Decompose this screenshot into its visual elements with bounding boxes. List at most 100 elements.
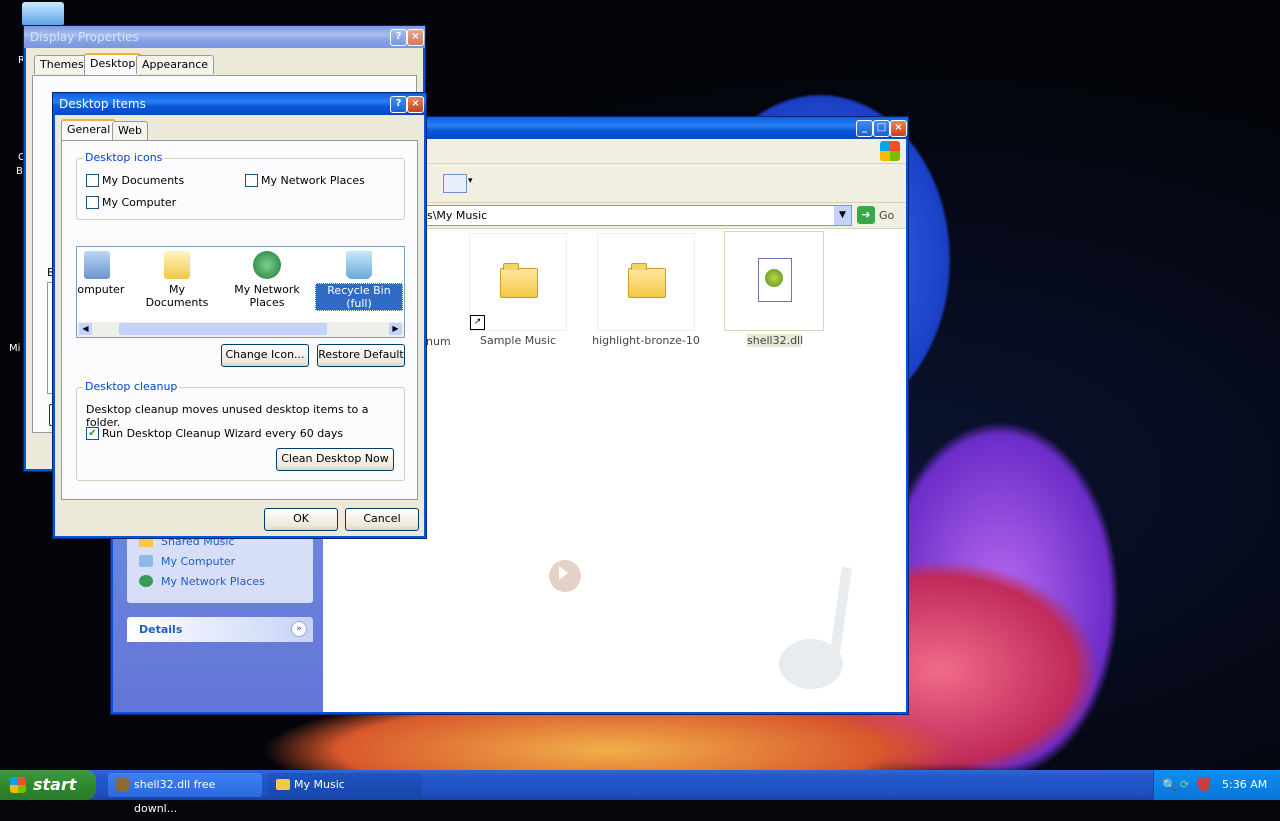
file-item-shell32-dll[interactable]: shell32.dll <box>724 231 824 347</box>
taskbar-button-my-music[interactable]: My Music <box>268 773 422 797</box>
link-my-network-places[interactable]: My Network Places <box>161 575 265 588</box>
address-text: s\My Music <box>427 209 488 222</box>
shortcut-arrow-icon: ↗ <box>470 315 485 330</box>
views-icon[interactable] <box>443 174 467 193</box>
music-note-stem <box>828 566 852 668</box>
group-legend: Desktop icons <box>83 151 165 164</box>
folder-icon <box>276 779 290 790</box>
checkbox-my-computer[interactable] <box>86 196 99 209</box>
icon-item-my-network-places[interactable]: My Network Places <box>227 251 307 309</box>
desktop-label[interactable]: Mi <box>9 343 20 354</box>
ok-button[interactable]: OK <box>264 508 338 531</box>
desktop-cleanup-group: Desktop cleanup Desktop cleanup moves un… <box>76 380 405 481</box>
search-icon[interactable]: 🔍 <box>1162 778 1177 792</box>
cursor-highlight <box>549 560 581 592</box>
tab-web[interactable]: Web <box>112 121 148 140</box>
file-item-sample-music[interactable]: ↗ Sample Music <box>469 233 567 347</box>
help-glyph: ? <box>395 98 402 109</box>
go-arrow-icon[interactable]: ➜ <box>857 206 875 224</box>
security-shield-icon[interactable] <box>1198 777 1210 791</box>
scroll-left-arrow[interactable]: ◀ <box>79 323 92 335</box>
clock[interactable]: 5:36 AM <box>1222 778 1267 791</box>
gear-icon <box>765 269 783 287</box>
taskbar: start shell32.dll free downl... My Music… <box>0 770 1280 815</box>
desktop-items-dialog: Desktop Items ? × General Web Desktop ic… <box>52 92 427 539</box>
scroll-right-arrow[interactable]: ▶ <box>389 323 402 335</box>
tab-themes[interactable]: Themes <box>34 55 90 74</box>
file-label: shell32.dll <box>747 334 804 347</box>
start-label: start <box>33 775 77 794</box>
checkbox-cleanup-wizard[interactable]: ✔ <box>86 427 99 440</box>
address-input[interactable]: s\My Music ▼ <box>423 205 852 226</box>
help-button[interactable]: ? <box>390 29 407 46</box>
icon-label: My Network Places <box>234 283 300 309</box>
maximize-button[interactable]: □ <box>873 120 890 137</box>
tab-general[interactable]: General <box>61 119 117 141</box>
chevron-down-icon[interactable]: ▾ <box>468 176 473 186</box>
close-button[interactable]: × <box>890 120 907 137</box>
tab-desktop[interactable]: Desktop <box>84 53 142 75</box>
checkbox-label[interactable]: Run Desktop Cleanup Wizard every 60 days <box>102 427 343 440</box>
folder-icon <box>628 263 666 298</box>
dll-file-icon <box>758 258 792 302</box>
taskbar-button-shell32[interactable]: shell32.dll free downl... <box>108 773 262 815</box>
checkbox-label[interactable]: My Network Places <box>261 174 365 187</box>
link-my-computer[interactable]: My Computer <box>161 555 235 568</box>
network-places-icon <box>253 251 281 279</box>
details-label: Details <box>139 623 183 636</box>
chevron-down-icon[interactable]: ▼ <box>834 206 851 225</box>
task-label: My Music <box>294 778 345 791</box>
checkbox-my-network-places[interactable] <box>245 174 258 187</box>
windows-logo-icon <box>880 141 900 161</box>
windows-flag-icon <box>10 777 26 793</box>
group-legend: Desktop cleanup <box>83 380 180 393</box>
my-computer-icon <box>139 555 153 567</box>
recycle-bin-desktop-icon[interactable] <box>22 2 64 26</box>
close-button[interactable]: × <box>407 96 424 113</box>
scrollbar-thumb[interactable] <box>119 323 327 335</box>
display-tab-strip: Themes Desktop Appearance <box>34 53 414 77</box>
dialog-title: Desktop Items <box>59 97 146 111</box>
icon-item-my-documents[interactable]: My Documents <box>137 251 217 309</box>
mouse-cursor-icon <box>559 566 568 580</box>
icon-label: My Documents <box>145 283 209 309</box>
restore-default-button[interactable]: Restore Default <box>317 344 405 367</box>
icon-item-recycle-bin[interactable]: Recycle Bin (full) <box>315 251 403 311</box>
network-places-icon <box>139 575 153 587</box>
checkbox-label[interactable]: My Documents <box>102 174 184 187</box>
other-places-panel: Shared Music My Computer My Network Plac… <box>127 529 313 603</box>
file-item-highlight-bronze[interactable]: highlight-bronze-10 <box>592 233 700 347</box>
icon-item-computer[interactable]: Computer <box>77 251 127 296</box>
folder-icon <box>500 263 538 298</box>
help-button[interactable]: ? <box>390 96 407 113</box>
change-icon-button[interactable]: Change Icon... <box>221 344 309 367</box>
desktop-icon-list[interactable]: Computer My Documents My Network Places … <box>76 246 405 338</box>
file-label: highlight-bronze-10 <box>592 334 700 347</box>
browser-icon <box>116 778 129 791</box>
start-button[interactable]: start <box>0 770 96 800</box>
close-button[interactable]: × <box>407 29 424 46</box>
details-panel-header[interactable]: Details » <box>127 617 313 642</box>
horizontal-scrollbar[interactable]: ◀ ▶ <box>77 322 404 337</box>
tab-appearance[interactable]: Appearance <box>136 55 215 74</box>
desktop-label[interactable]: B <box>16 166 23 177</box>
music-note-watermark <box>779 566 909 707</box>
checkbox-my-documents[interactable] <box>86 174 99 187</box>
cleanup-description: Desktop cleanup moves unused desktop ite… <box>86 403 369 429</box>
minimize-button[interactable]: _ <box>856 120 873 137</box>
help-glyph: ? <box>395 31 402 42</box>
icon-label: Recycle Bin (full) <box>315 283 403 311</box>
task-label: shell32.dll free downl... <box>134 778 216 815</box>
display-properties-titlebar[interactable]: Display Properties <box>24 26 425 48</box>
checkbox-label[interactable]: My Computer <box>102 196 176 209</box>
my-documents-icon <box>164 251 190 279</box>
chevron-expand-icon[interactable]: » <box>291 621 307 637</box>
network-icon[interactable]: ⟳ <box>1180 778 1189 791</box>
icon-label: Computer <box>77 283 125 296</box>
clean-desktop-now-button[interactable]: Clean Desktop Now <box>276 448 394 471</box>
go-label[interactable]: Go <box>879 209 894 222</box>
file-label: Sample Music <box>479 334 557 347</box>
desktop-items-titlebar[interactable]: Desktop Items <box>53 93 426 115</box>
window-title: Display Properties <box>30 30 139 44</box>
cancel-button[interactable]: Cancel <box>345 508 419 531</box>
